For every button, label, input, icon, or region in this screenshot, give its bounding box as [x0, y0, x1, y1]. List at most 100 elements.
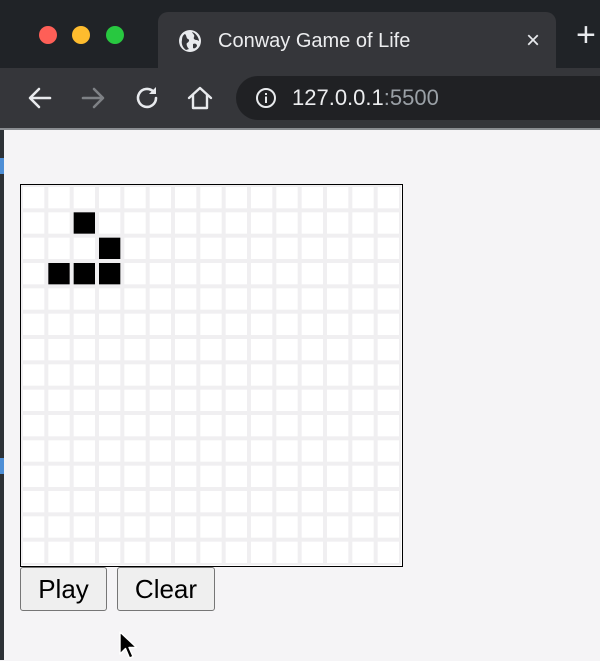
- grid-cell[interactable]: [175, 263, 197, 285]
- grid-cell[interactable]: [23, 491, 45, 513]
- grid-cell[interactable]: [149, 465, 171, 487]
- grid-cell[interactable]: [276, 263, 298, 285]
- grid-cell[interactable]: [149, 440, 171, 462]
- grid-cell[interactable]: [251, 465, 273, 487]
- grid-cell[interactable]: [352, 187, 374, 209]
- grid-cell[interactable]: [124, 364, 146, 386]
- window-minimize-button[interactable]: [72, 26, 90, 44]
- grid-cell[interactable]: [149, 187, 171, 209]
- grid-cell[interactable]: [149, 516, 171, 538]
- grid-cell[interactable]: [48, 440, 70, 462]
- grid-cell[interactable]: [276, 440, 298, 462]
- grid-cell[interactable]: [251, 440, 273, 462]
- grid-cell[interactable]: [276, 187, 298, 209]
- grid-cell[interactable]: [377, 364, 399, 386]
- live-cell[interactable]: [99, 263, 121, 285]
- grid-cell[interactable]: [200, 541, 222, 563]
- grid-cell[interactable]: [73, 491, 95, 513]
- address-bar[interactable]: 127.0.0.1:5500: [236, 76, 600, 120]
- grid-cell[interactable]: [352, 237, 374, 259]
- grid-cell[interactable]: [251, 313, 273, 335]
- grid-cell[interactable]: [99, 541, 121, 563]
- grid-cell[interactable]: [149, 263, 171, 285]
- grid-cell[interactable]: [175, 187, 197, 209]
- grid-cell[interactable]: [301, 288, 323, 310]
- grid-cell[interactable]: [251, 389, 273, 411]
- grid-cell[interactable]: [23, 187, 45, 209]
- grid-cell[interactable]: [251, 288, 273, 310]
- grid-cell[interactable]: [175, 313, 197, 335]
- grid-cell[interactable]: [124, 491, 146, 513]
- grid-cell[interactable]: [48, 415, 70, 437]
- grid-cell[interactable]: [73, 541, 95, 563]
- grid-cell[interactable]: [73, 389, 95, 411]
- grid-cell[interactable]: [124, 313, 146, 335]
- grid-cell[interactable]: [48, 313, 70, 335]
- grid-cell[interactable]: [225, 237, 247, 259]
- grid-cell[interactable]: [124, 237, 146, 259]
- clear-button[interactable]: Clear: [117, 567, 215, 611]
- grid-cell[interactable]: [124, 263, 146, 285]
- grid-cell[interactable]: [200, 288, 222, 310]
- grid-cell[interactable]: [225, 339, 247, 361]
- grid-cell[interactable]: [175, 516, 197, 538]
- grid-cell[interactable]: [225, 187, 247, 209]
- grid-cell[interactable]: [301, 263, 323, 285]
- grid-cell[interactable]: [225, 415, 247, 437]
- grid-cell[interactable]: [301, 415, 323, 437]
- grid-cell[interactable]: [327, 187, 349, 209]
- back-arrow-icon[interactable]: [25, 83, 55, 113]
- grid-cell[interactable]: [276, 212, 298, 234]
- grid-cell[interactable]: [23, 465, 45, 487]
- grid-cell[interactable]: [301, 389, 323, 411]
- grid-cell[interactable]: [48, 339, 70, 361]
- grid-cell[interactable]: [99, 288, 121, 310]
- grid-cell[interactable]: [225, 313, 247, 335]
- home-icon[interactable]: [185, 83, 215, 113]
- grid-cell[interactable]: [327, 263, 349, 285]
- live-cell[interactable]: [73, 212, 95, 234]
- grid-cell[interactable]: [99, 465, 121, 487]
- grid-cell[interactable]: [301, 516, 323, 538]
- grid-cell[interactable]: [352, 313, 374, 335]
- grid-cell[interactable]: [276, 237, 298, 259]
- grid-cell[interactable]: [251, 263, 273, 285]
- new-tab-plus-icon[interactable]: +: [576, 18, 600, 52]
- grid-cell[interactable]: [23, 364, 45, 386]
- grid-cell[interactable]: [225, 465, 247, 487]
- grid-cell[interactable]: [251, 491, 273, 513]
- grid-cell[interactable]: [352, 288, 374, 310]
- grid-cell[interactable]: [124, 212, 146, 234]
- grid-cell[interactable]: [377, 263, 399, 285]
- grid-cell[interactable]: [124, 516, 146, 538]
- grid-cell[interactable]: [73, 440, 95, 462]
- grid-cell[interactable]: [301, 440, 323, 462]
- grid-cell[interactable]: [301, 313, 323, 335]
- grid-cell[interactable]: [327, 212, 349, 234]
- play-button[interactable]: Play: [20, 567, 107, 611]
- grid-cell[interactable]: [124, 187, 146, 209]
- grid-cell[interactable]: [175, 491, 197, 513]
- grid-cell[interactable]: [23, 440, 45, 462]
- grid-cell[interactable]: [23, 212, 45, 234]
- grid-cell[interactable]: [175, 389, 197, 411]
- grid-cell[interactable]: [251, 212, 273, 234]
- grid-cell[interactable]: [23, 237, 45, 259]
- grid-cell[interactable]: [23, 541, 45, 563]
- grid-cell[interactable]: [149, 237, 171, 259]
- grid-cell[interactable]: [48, 212, 70, 234]
- grid-cell[interactable]: [377, 288, 399, 310]
- grid-cell[interactable]: [124, 541, 146, 563]
- grid-cell[interactable]: [327, 237, 349, 259]
- game-board[interactable]: [20, 184, 403, 567]
- grid-cell[interactable]: [352, 516, 374, 538]
- grid-cell[interactable]: [377, 389, 399, 411]
- grid-cell[interactable]: [377, 339, 399, 361]
- grid-cell[interactable]: [225, 389, 247, 411]
- grid-cell[interactable]: [48, 465, 70, 487]
- grid-cell[interactable]: [327, 389, 349, 411]
- grid-cell[interactable]: [200, 440, 222, 462]
- grid-cell[interactable]: [377, 313, 399, 335]
- grid-cell[interactable]: [200, 364, 222, 386]
- grid-cell[interactable]: [301, 541, 323, 563]
